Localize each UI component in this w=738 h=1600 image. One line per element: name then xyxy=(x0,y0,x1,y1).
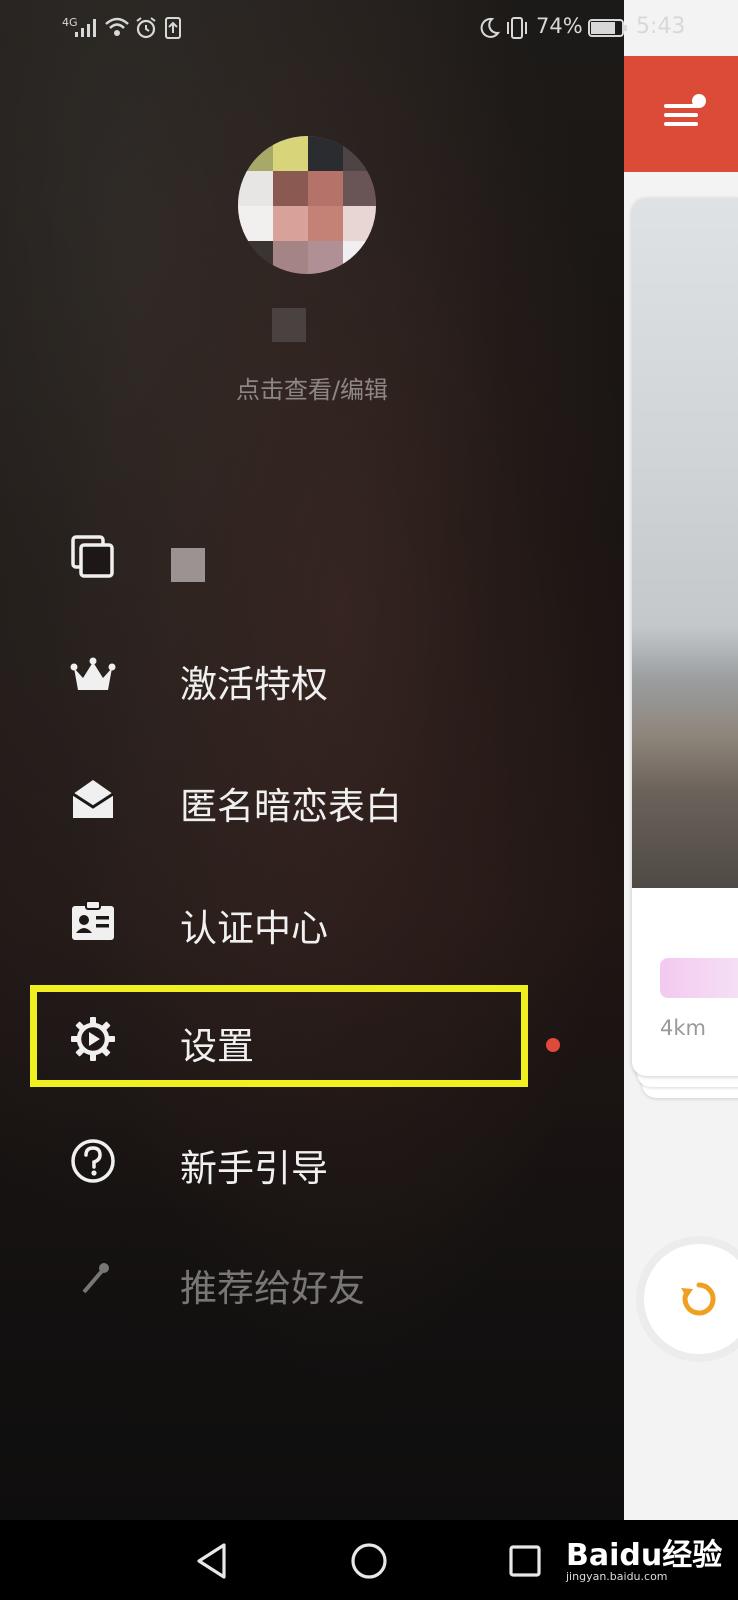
app-header xyxy=(624,56,738,172)
nickname-redacted[interactable] xyxy=(272,308,306,342)
signal-icon xyxy=(75,19,96,37)
profile-card[interactable]: 4km xyxy=(632,198,738,1076)
menu-icon[interactable] xyxy=(662,94,708,134)
menu-item-photos[interactable] xyxy=(0,508,624,604)
menu-item-verification[interactable]: 认证中心 xyxy=(0,872,624,968)
alarm-icon xyxy=(136,17,156,39)
menu-item-privilege[interactable]: 激活特权 xyxy=(0,628,624,724)
menu-item-anonymous-confession[interactable]: 匿名暗恋表白 xyxy=(0,750,624,846)
menu-label-redacted xyxy=(171,548,205,582)
baidu-watermark-url: jingyan.baidu.com xyxy=(566,1570,668,1583)
menu-label-privilege: 激活特权 xyxy=(180,663,328,706)
clock: 5:43 xyxy=(636,14,686,39)
menu-label-guide: 新手引导 xyxy=(180,1147,328,1190)
notification-dot xyxy=(546,1038,560,1052)
battery-percent: 74% xyxy=(536,14,583,38)
envelope-icon xyxy=(72,780,114,818)
refresh-button[interactable] xyxy=(644,1244,738,1354)
profile-edit-hint[interactable]: 点击查看/编辑 xyxy=(0,370,624,405)
menu-item-recommend[interactable]: 推荐给好友 xyxy=(0,1232,624,1328)
vibrate-icon xyxy=(507,17,527,39)
refresh-icon xyxy=(681,1282,716,1316)
battery-icon xyxy=(588,19,627,37)
card-photo xyxy=(632,198,738,888)
upload-icon xyxy=(165,17,181,39)
recents-icon[interactable] xyxy=(508,1544,542,1578)
crown-icon xyxy=(70,657,116,690)
id-card-icon xyxy=(72,900,114,940)
home-icon[interactable] xyxy=(350,1542,388,1580)
moon-icon xyxy=(480,17,500,38)
menu-label-anonymous: 匿名暗恋表白 xyxy=(180,785,402,828)
wifi-icon xyxy=(105,17,129,36)
main-content-peek[interactable]: 4km xyxy=(624,0,738,1520)
gender-age-tag xyxy=(660,958,738,998)
highlight-box xyxy=(30,985,528,1087)
menu-item-guide[interactable]: 新手引导 xyxy=(0,1112,624,1208)
menu-label-recommend: 推荐给好友 xyxy=(180,1267,365,1310)
help-icon xyxy=(71,1139,115,1183)
distance-label: 4km xyxy=(660,1016,706,1040)
menu-label-verification: 认证中心 xyxy=(180,907,328,950)
back-icon[interactable] xyxy=(194,1542,228,1580)
status-bar: 4G 74% 5:43 xyxy=(0,0,738,56)
avatar[interactable] xyxy=(238,136,376,274)
share-icon xyxy=(82,1263,109,1294)
baidu-watermark: Baidu经验 xyxy=(566,1538,723,1573)
photos-icon xyxy=(71,535,114,578)
